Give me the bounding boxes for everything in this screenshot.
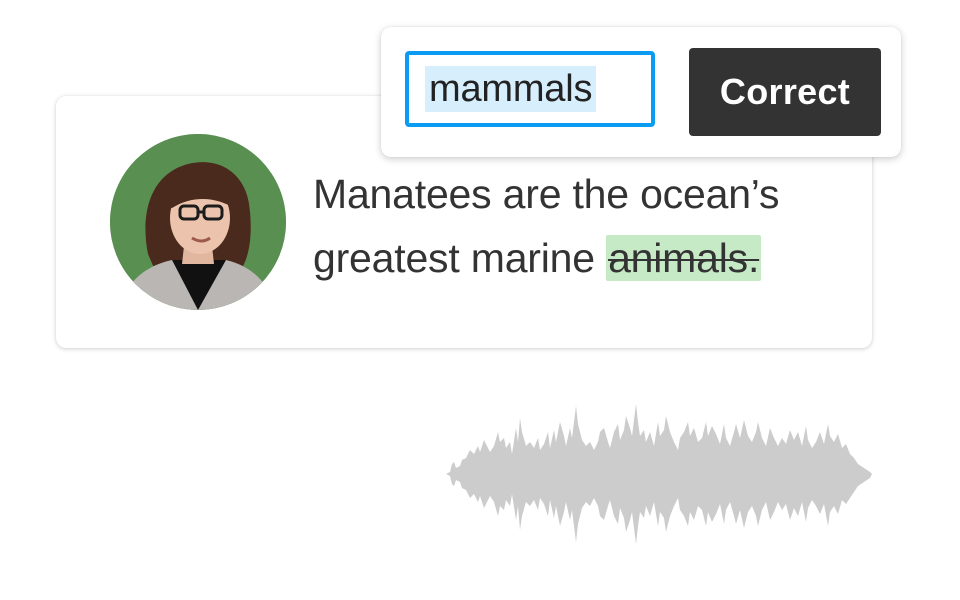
waveform-shape [446, 404, 872, 544]
correction-input-value[interactable]: mammals [425, 66, 597, 112]
transcript-text: Manatees are the ocean’s greatest marine… [313, 162, 853, 290]
flagged-word[interactable]: animals. [606, 235, 762, 281]
correction-popover: mammals Correct [381, 27, 901, 157]
transcript-line-1: Manatees are the ocean’s [313, 171, 780, 217]
correction-input[interactable]: mammals [405, 51, 655, 127]
transcript-line-2-text: greatest marine [313, 235, 607, 281]
audio-waveform [446, 404, 872, 544]
correct-button[interactable]: Correct [689, 48, 881, 136]
transcript-line-2: greatest marine animals. [313, 226, 853, 290]
speaker-avatar [110, 134, 286, 310]
